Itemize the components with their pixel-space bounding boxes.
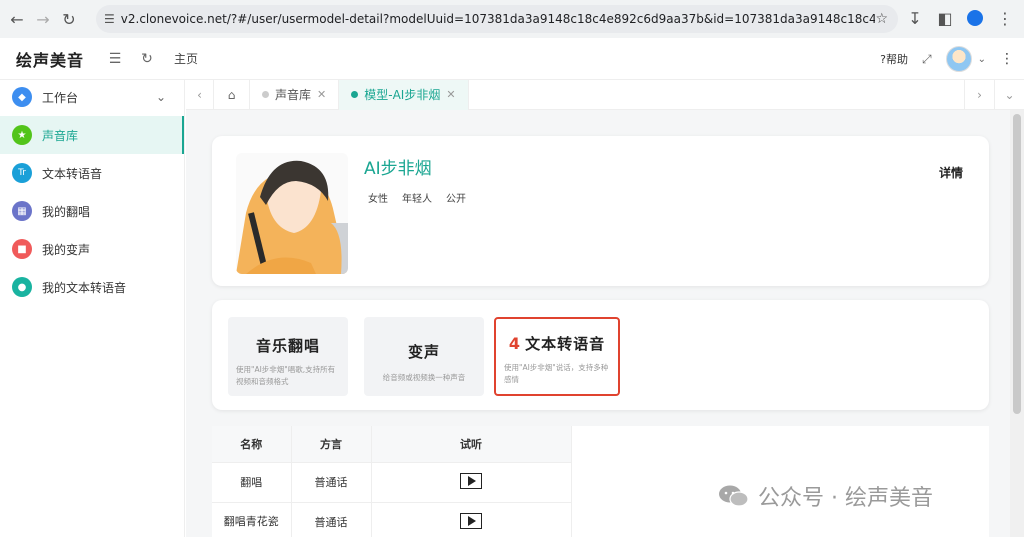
chevron-down-icon[interactable]: ⌄ xyxy=(978,54,986,65)
col-name-header: 名称 xyxy=(212,426,292,462)
chevron-down-icon[interactable]: ⌄ xyxy=(994,80,1024,110)
profile-card: AI步非烟 女性 年轻人 公开 详情 xyxy=(212,136,989,286)
model-name: AI步非烟 xyxy=(364,159,432,179)
model-tags: 女性 年轻人 公开 xyxy=(368,190,466,205)
fullscreen-icon[interactable]: ⤢ xyxy=(922,52,932,67)
sidebar-item-tts[interactable]: Tr 文本转语音 xyxy=(0,154,184,192)
wechat-icon xyxy=(718,484,750,508)
table-row: 翻唱 普通话 xyxy=(212,461,572,502)
feature-title: 4 文本转语音 xyxy=(508,334,606,353)
tab-model[interactable]: 模型-AI步非烟 ✕ xyxy=(339,79,469,110)
sidebar-item-my-covers[interactable]: ▦ 我的翻唱 xyxy=(0,192,184,230)
collapse-menu-icon[interactable]: ☰ xyxy=(102,46,128,72)
sidebar-item-label: 我的翻唱 xyxy=(42,204,91,219)
menu-kebab-icon[interactable]: ⋮ xyxy=(992,5,1018,31)
close-icon[interactable]: ✕ xyxy=(446,88,455,101)
tab-dot xyxy=(351,91,359,98)
scrollbar-thumb[interactable] xyxy=(1013,114,1021,414)
feature-tts[interactable]: 4 文本转语音 使用"AI步非烟"说话，支持多种感情 xyxy=(494,317,620,396)
feature-desc: 给音频或视频换一种声音 xyxy=(382,373,466,382)
col-dialect-header: 方言 xyxy=(291,426,372,462)
forward-icon[interactable]: → xyxy=(30,6,56,32)
stop-icon: ■ xyxy=(12,239,32,259)
diamond-icon: ◆ xyxy=(12,87,32,107)
sidebar-item-label: 我的变声 xyxy=(42,242,91,257)
mic-icon: ● xyxy=(12,277,32,297)
step-number: 4 xyxy=(508,334,522,353)
refresh-icon[interactable]: ↻ xyxy=(134,46,160,72)
tag-age: 年轻人 xyxy=(402,194,432,205)
feature-desc: 使用"AI步非烟"唱歌,支持所有视频和音频格式 xyxy=(236,365,336,386)
chevron-down-icon[interactable]: ⌄ xyxy=(156,90,166,104)
sidebar-item-label: 声音库 xyxy=(42,128,79,143)
trophy-icon: ★ xyxy=(12,125,32,145)
sidebar: ◆ 工作台 ⌄ ★ 声音库 Tr 文本转语音 ▦ 我的翻唱 ■ 我的变声 ● 我… xyxy=(0,80,185,537)
profile-icon[interactable] xyxy=(962,5,988,31)
tab-voice-library[interactable]: 声音库 ✕ xyxy=(250,79,340,110)
tab-label: 声音库 xyxy=(275,88,312,102)
sidebar-item-label: 我的文本转语音 xyxy=(42,280,127,295)
browser-toolbar: ← → ↻ ☰ v2.clonevoice.net/?#/user/usermo… xyxy=(0,0,1024,38)
brand-title: 绘声美音 xyxy=(16,50,85,70)
cell-name: 翻唱青花瓷 xyxy=(212,501,292,537)
table-row: 翻唱青花瓷 普通话 xyxy=(212,501,572,537)
download-icon[interactable]: ↧ xyxy=(902,5,928,31)
home-link[interactable]: 主页 xyxy=(174,50,198,67)
url-text: v2.clonevoice.net/?#/user/usermodel-deta… xyxy=(120,12,876,26)
grid-icon: ▦ xyxy=(12,201,32,221)
main-content: AI步非烟 女性 年轻人 公开 详情 音乐翻唱 使用"AI步非烟"唱歌,支持所有… xyxy=(186,110,1024,537)
col-preview-header: 试听 xyxy=(371,426,572,462)
detail-link[interactable]: 详情 xyxy=(939,164,963,181)
home-icon[interactable]: ⌂ xyxy=(214,79,250,110)
cell-preview xyxy=(371,501,572,537)
sidebar-item-my-voice-change[interactable]: ■ 我的变声 xyxy=(0,230,184,268)
feature-voice-change[interactable]: 变声 给音频或视频换一种声音 xyxy=(364,317,484,396)
sidebar-item-label: 文本转语音 xyxy=(42,166,103,181)
cell-name: 翻唱 xyxy=(212,461,292,502)
feature-title: 变声 xyxy=(407,343,440,361)
close-icon[interactable]: ✕ xyxy=(317,88,326,101)
sidebar-item-label: 工作台 xyxy=(42,90,79,105)
cell-dialect: 普通话 xyxy=(291,501,372,537)
sidebar-item-workbench[interactable]: ◆ 工作台 ⌄ xyxy=(0,78,184,116)
bookmark-star-icon[interactable]: ☆ xyxy=(875,11,888,27)
cell-preview xyxy=(371,461,572,502)
sidebar-item-my-tts[interactable]: ● 我的文本转语音 xyxy=(0,268,184,306)
avatar[interactable] xyxy=(945,46,972,72)
watermark-text: 公众号 · 绘声美音 xyxy=(758,486,933,511)
feature-desc: 使用"AI步非烟"说话，支持多种感情 xyxy=(504,363,609,384)
tab-label: 模型-AI步非烟 xyxy=(364,88,441,102)
sidebar-item-voice-library[interactable]: ★ 声音库 xyxy=(0,116,184,154)
chevron-right-icon[interactable]: › xyxy=(964,80,994,110)
more-icon[interactable]: ⋮ xyxy=(1000,51,1014,67)
text-icon: Tr xyxy=(12,163,32,183)
scrollbar[interactable] xyxy=(1010,110,1024,537)
side-panel-icon[interactable]: ◧ xyxy=(932,5,958,31)
model-avatar-image xyxy=(236,153,348,274)
watermark: 公众号 · 绘声美音 xyxy=(718,480,933,512)
cell-dialect: 普通话 xyxy=(291,461,372,502)
help-button[interactable]: ?帮助 xyxy=(880,51,908,67)
feature-music-cover[interactable]: 音乐翻唱 使用"AI步非烟"唱歌,支持所有视频和音频格式 xyxy=(228,317,348,396)
tabs-bar: ‹ ⌂ 声音库 ✕ 模型-AI步非烟 ✕ › ⌄ xyxy=(186,79,1024,110)
address-bar[interactable]: ☰ v2.clonevoice.net/?#/user/usermodel-de… xyxy=(96,5,898,33)
site-settings-icon[interactable]: ☰ xyxy=(104,12,115,26)
feature-card: 音乐翻唱 使用"AI步非烟"唱歌,支持所有视频和音频格式 变声 给音频或视频换一… xyxy=(212,300,989,410)
play-icon[interactable] xyxy=(460,512,482,529)
app-header: 绘声美音 ☰ ↻ 主页 ?帮助 ⤢ ⌄ ⋮ xyxy=(0,38,1024,80)
tab-dot xyxy=(262,91,269,98)
play-icon[interactable] xyxy=(460,472,482,489)
chevron-left-icon[interactable]: ‹ xyxy=(186,79,214,110)
reload-icon[interactable]: ↻ xyxy=(56,6,82,32)
tag-gender: 女性 xyxy=(368,194,388,205)
back-icon[interactable]: ← xyxy=(4,6,30,32)
tag-visibility: 公开 xyxy=(446,194,466,205)
feature-title: 音乐翻唱 xyxy=(255,337,320,355)
